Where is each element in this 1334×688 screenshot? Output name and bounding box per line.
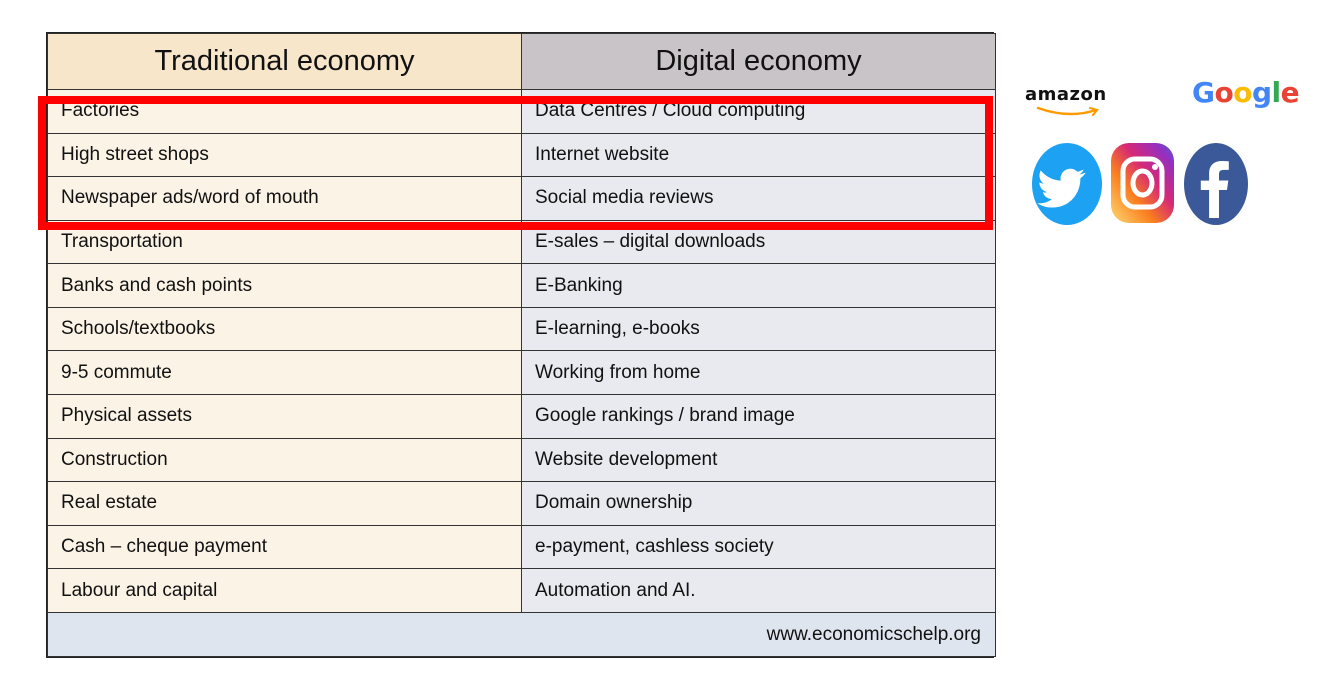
table-row: Banks and cash points E-Banking <box>47 263 996 308</box>
digital-cell: Working from home <box>521 350 996 396</box>
google-letter: g <box>1251 76 1272 109</box>
amazon-smile-icon <box>1036 106 1099 117</box>
digital-cell: Website development <box>521 437 996 483</box>
comparison-table: Traditional economy Digital economy Fact… <box>47 33 996 657</box>
digital-cell: E-learning, e-books <box>521 306 996 352</box>
digital-cell: E-Banking <box>521 263 996 308</box>
google-letter: o <box>1233 76 1252 109</box>
digital-cell: Domain ownership <box>521 481 996 526</box>
header-row: Traditional economy Digital economy <box>47 33 996 90</box>
digital-cell: e-payment, cashless society <box>521 524 996 570</box>
traditional-cell: Newspaper ads/word of mouth <box>47 176 522 221</box>
traditional-cell: Factories <box>47 89 522 134</box>
traditional-cell: Transportation <box>47 219 522 265</box>
google-letter: e <box>1280 76 1300 109</box>
table-row: Newspaper ads/word of mouth Social media … <box>47 176 996 221</box>
instagram-icon <box>1111 143 1174 223</box>
footer-row: www.economicschelp.org <box>47 612 996 657</box>
table-row: Physical assets Google rankings / brand i… <box>47 394 996 439</box>
google-letter: G <box>1192 76 1215 109</box>
table-row: 9-5 commute Working from home <box>47 350 996 396</box>
header-traditional-economy: Traditional economy <box>47 33 522 90</box>
table-row: Labour and capital Automation and AI. <box>47 568 996 613</box>
digital-cell: E-sales – digital downloads <box>521 219 996 265</box>
comparison-table-wrapper: Traditional economy Digital economy Fact… <box>46 32 996 658</box>
table-body: Factories Data Centres / Cloud computing H… <box>47 89 996 613</box>
traditional-cell: Real estate <box>47 481 522 526</box>
table-row: Transportation E-sales – digital download… <box>47 219 996 265</box>
traditional-cell: Banks and cash points <box>47 263 522 308</box>
google-letter: o <box>1214 76 1234 109</box>
digital-cell: Automation and AI. <box>521 568 996 613</box>
traditional-cell: Cash – cheque payment <box>47 524 522 570</box>
header-digital-economy: Digital economy <box>521 33 996 90</box>
source-url: www.economicschelp.org <box>47 612 996 657</box>
table-row: Construction Website development <box>47 437 996 483</box>
google-letter: l <box>1271 76 1282 109</box>
table-row: Schools/textbooks E-learning, e-books <box>47 306 996 352</box>
amazon-logo: amazon <box>1025 84 1107 105</box>
traditional-cell: 9-5 commute <box>47 350 522 396</box>
traditional-cell: High street shops <box>47 132 522 178</box>
twitter-icon <box>1032 143 1102 225</box>
digital-cell: Data Centres / Cloud computing <box>521 89 996 134</box>
table-row: Cash – cheque payment e-payment, cashless… <box>47 524 996 570</box>
digital-cell: Google rankings / brand image <box>521 394 996 439</box>
traditional-cell: Schools/textbooks <box>47 306 522 352</box>
table-row: High street shops Internet website <box>47 132 996 178</box>
table-row: Real estate Domain ownership <box>47 481 996 526</box>
facebook-icon <box>1184 143 1248 225</box>
digital-cell: Internet website <box>521 132 996 178</box>
google-logo: Google <box>1192 76 1300 109</box>
table-row: Factories Data Centres / Cloud computing <box>47 89 996 134</box>
traditional-cell: Physical assets <box>47 394 522 439</box>
traditional-cell: Construction <box>47 437 522 483</box>
traditional-cell: Labour and capital <box>47 568 522 613</box>
digital-cell: Social media reviews <box>521 176 996 221</box>
